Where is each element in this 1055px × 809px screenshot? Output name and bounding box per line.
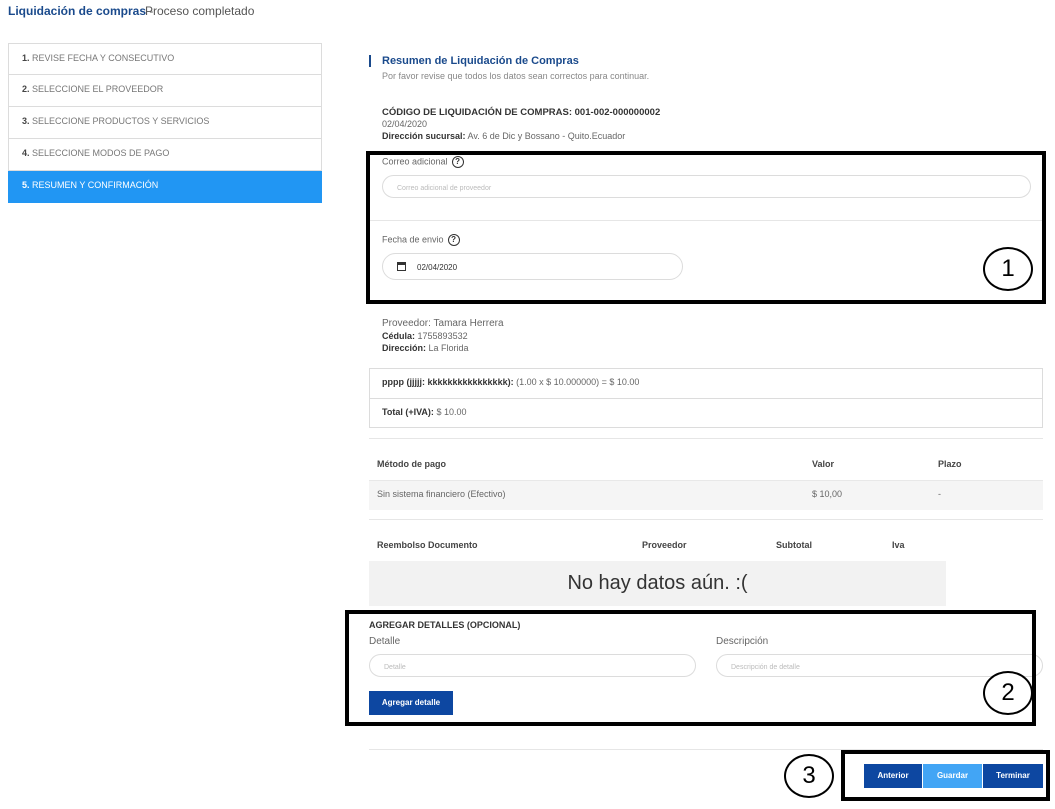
item-total-value: $ 10.00 — [436, 407, 467, 417]
step-3[interactable]: 3. SELECCIONE PRODUCTOS Y SERVICIOS — [8, 107, 322, 139]
purchase-code: CÓDIGO DE LIQUIDACIÓN DE COMPRAS: 001-00… — [382, 107, 661, 118]
provider-id-label: Cédula: — [382, 331, 416, 341]
payments-header-term: Plazo — [938, 459, 962, 469]
divider — [369, 438, 1043, 439]
step-number: 2. — [22, 84, 30, 94]
callout-number-2: 2 — [983, 671, 1033, 715]
payment-value-cell: $ 10,00 — [812, 489, 843, 499]
callout-box-2 — [345, 610, 1036, 726]
branch-address: Dirección sucursal: Av. 6 de Dic y Bossa… — [382, 131, 625, 141]
step-label: SELECCIONE PRODUCTOS Y SERVICIOS — [32, 116, 210, 126]
reimb-header-doc: Reembolso Documento — [377, 540, 478, 550]
provider-id: Cédula: 1755893532 — [382, 331, 468, 341]
item-line-value: (1.00 x $ 10.000000) = $ 10.00 — [516, 377, 640, 387]
purchase-date: 02/04/2020 — [382, 119, 428, 129]
provider-address-label: Dirección: — [382, 343, 427, 353]
step-number: 5. — [22, 180, 30, 190]
step-label: SELECCIONE EL PROVEEDOR — [32, 84, 164, 94]
payments-header-value: Valor — [812, 459, 835, 469]
callout-box-1 — [366, 151, 1046, 304]
callout-number-1: 1 — [983, 247, 1033, 291]
step-4[interactable]: 4. SELECCIONE MODOS DE PAGO — [8, 139, 322, 171]
empty-state-message: No hay datos aún. :( — [567, 572, 748, 594]
provider-address-value: La Florida — [428, 343, 469, 353]
provider-id-value: 1755893532 — [417, 331, 468, 341]
reimb-header-provider: Proveedor — [642, 540, 687, 550]
reimb-header-iva: Iva — [892, 540, 905, 550]
callout-box-3 — [841, 750, 1050, 801]
branch-address-label: Dirección sucursal: — [382, 131, 466, 141]
summary-title: Resumen de Liquidación de Compras — [382, 55, 579, 67]
step-number: 1. — [22, 53, 30, 63]
page-title-text: Liquidación de compras — [8, 4, 147, 18]
provider-name: Proveedor: Tamara Herrera — [382, 318, 504, 329]
step-2[interactable]: 2. SELECCIONE EL PROVEEDOR — [8, 75, 322, 107]
payment-term-cell: - — [938, 489, 941, 499]
section-accent-bar — [369, 55, 371, 67]
callout-number-3: 3 — [784, 754, 834, 798]
item-line-label: pppp (jjjjj: kkkkkkkkkkkkkkkk): — [382, 377, 514, 387]
step-5-active[interactable]: 5. RESUMEN Y CONFIRMACIÓN — [8, 171, 322, 203]
steps-sidebar: 1. REVISE FECHA Y CONSECUTIVO 2. SELECCI… — [8, 43, 322, 203]
item-total: Total (+IVA): $ 10.00 — [382, 407, 466, 417]
item-line: pppp (jjjjj: kkkkkkkkkkkkkkkk): (1.00 x … — [382, 377, 639, 387]
page-title: Liquidación de compras - — [8, 4, 157, 18]
step-label: SELECCIONE MODOS DE PAGO — [32, 148, 170, 158]
step-number: 3. — [22, 116, 30, 126]
payment-method-cell: Sin sistema financiero (Efectivo) — [377, 489, 506, 499]
item-total-label: Total (+IVA): — [382, 407, 434, 417]
summary-subtitle: Por favor revise que todos los datos sea… — [382, 71, 650, 81]
divider — [369, 519, 1043, 520]
reimb-header-subtotal: Subtotal — [776, 540, 812, 550]
step-label: REVISE FECHA Y CONSECUTIVO — [32, 53, 175, 63]
step-1[interactable]: 1. REVISE FECHA Y CONSECUTIVO — [8, 43, 322, 75]
divider — [369, 398, 1043, 399]
page-subtitle: Proceso completado — [145, 4, 255, 18]
branch-address-value: Av. 6 de Dic y Bossano - Quito.Ecuador — [467, 131, 626, 141]
step-label: RESUMEN Y CONFIRMACIÓN — [32, 180, 159, 190]
provider-address: Dirección: La Florida — [382, 343, 469, 353]
payments-header-method: Método de pago — [377, 459, 446, 469]
step-number: 4. — [22, 148, 30, 158]
